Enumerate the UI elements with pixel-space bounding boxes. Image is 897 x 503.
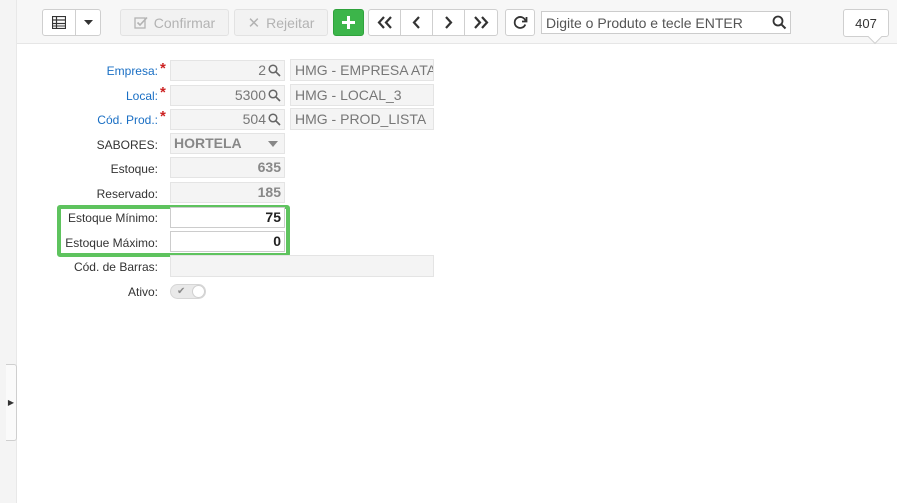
expand-panel-toggle[interactable]: ▶ [6, 364, 17, 441]
ativo-toggle[interactable]: ✔ [170, 284, 206, 299]
reservado-label: Reservado: [96, 187, 158, 201]
refresh-button[interactable] [505, 9, 535, 36]
check-icon: ✔ [177, 286, 186, 297]
sabores-select[interactable]: HORTELA [170, 133, 285, 154]
search-icon[interactable] [772, 15, 787, 33]
local-description: HMG - LOCAL_3 [290, 84, 434, 106]
toolbar: Confirmar ✕ Rejeitar Digite o Produto e … [17, 0, 897, 44]
local-code: 5300 [234, 87, 266, 103]
reject-button[interactable]: ✕ Rejeitar [234, 9, 328, 36]
product-search-input[interactable] [542, 12, 767, 33]
produto-code-field[interactable]: 504 [170, 109, 285, 130]
estoque-label: Estoque: [110, 162, 158, 176]
product-search-box [541, 11, 791, 34]
produto-label: Cód. Prod.: [97, 113, 158, 127]
grid-icon [52, 16, 66, 29]
confirm-label: Confirmar [153, 14, 216, 31]
estoque-maximo-label: Estoque Máximo: [65, 236, 158, 250]
reservado-field: 185 [170, 182, 285, 203]
caret-down-icon [268, 141, 278, 147]
estoque-field: 635 [170, 157, 285, 178]
previous-record-button[interactable] [400, 9, 433, 36]
empresa-code-field[interactable]: 2 [170, 60, 285, 81]
required-asterisk: * [160, 108, 166, 125]
reject-label: Rejeitar [266, 14, 315, 31]
ativo-label: Ativo: [127, 285, 158, 299]
sabores-value: HORTELA [174, 135, 242, 151]
empresa-label: Empresa: [106, 64, 158, 78]
caret-down-icon [83, 20, 93, 25]
plus-icon [342, 16, 355, 29]
toggle-knob [192, 285, 205, 298]
estoque-minimo-label: Estoque Mínimo: [67, 211, 158, 225]
close-icon: ✕ [247, 14, 261, 32]
produto-code: 504 [242, 111, 266, 127]
local-code-field[interactable]: 5300 [170, 85, 285, 106]
local-label: Local: [125, 89, 158, 103]
first-record-button[interactable] [368, 9, 401, 36]
last-record-button[interactable] [464, 9, 498, 36]
refresh-icon [513, 16, 527, 29]
empresa-code: 2 [258, 62, 266, 78]
sabores-label: SABORES: [96, 138, 158, 152]
cod-barras-field[interactable] [170, 255, 434, 277]
estoque-maximo-input[interactable]: 0 [170, 231, 285, 252]
empresa-description: HMG - EMPRESA ATACADO [290, 59, 434, 81]
chevron-right-icon [445, 16, 453, 29]
search-icon[interactable] [268, 64, 281, 77]
record-count-badge: 407 [843, 9, 889, 37]
required-asterisk: * [160, 60, 166, 77]
search-icon[interactable] [268, 89, 281, 102]
add-button[interactable] [333, 9, 364, 36]
estoque-minimo-input[interactable]: 75 [170, 207, 285, 228]
chevron-left-icon [412, 16, 420, 29]
double-chevron-right-icon [474, 16, 489, 29]
produto-description: HMG - PROD_LISTA [290, 108, 434, 130]
edit-check-icon [134, 16, 148, 29]
confirm-button[interactable]: Confirmar [120, 9, 229, 36]
double-chevron-left-icon [377, 16, 392, 29]
required-asterisk: * [160, 84, 166, 101]
view-options-dropdown[interactable] [75, 9, 101, 36]
grid-view-button[interactable] [42, 9, 76, 36]
triangle-right-icon: ▶ [7, 398, 15, 407]
search-icon[interactable] [268, 113, 281, 126]
next-record-button[interactable] [432, 9, 465, 36]
cod-barras-label: Cód. de Barras: [73, 260, 158, 274]
